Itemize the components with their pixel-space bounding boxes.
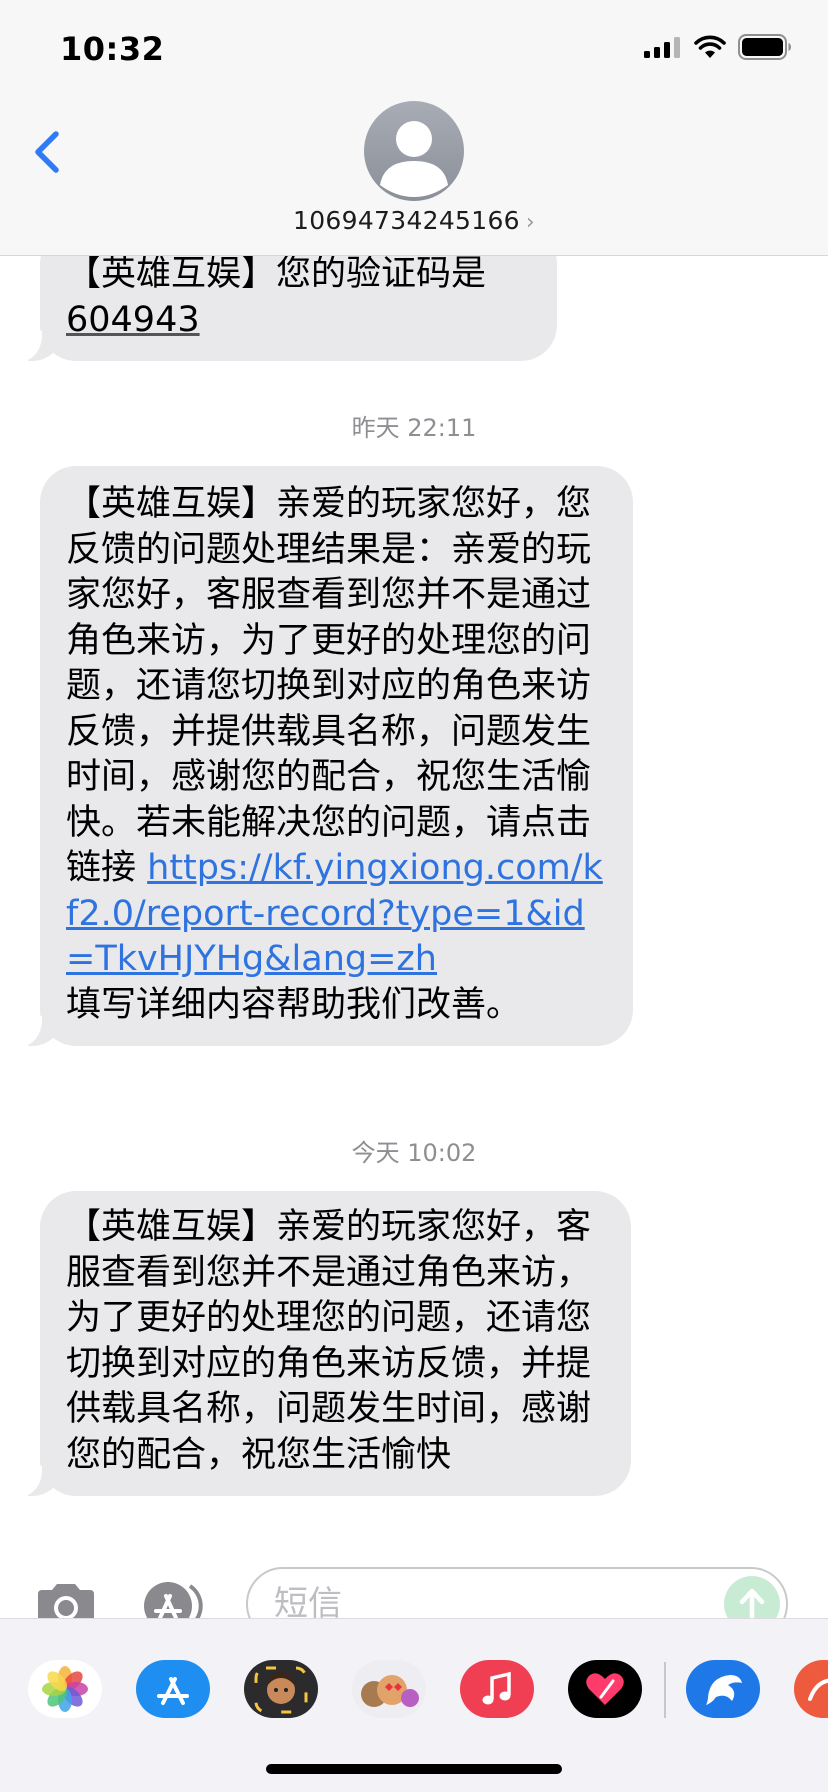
message-timestamp: 今天 10:02 xyxy=(351,1139,477,1167)
person-icon xyxy=(380,121,448,197)
digital-touch-icon[interactable] xyxy=(568,1660,642,1718)
music-icon[interactable] xyxy=(460,1660,534,1718)
message-bubble[interactable]: 【英雄互娱】亲爱的玩家您好，客服查看到您并不是通过角色来访，为了更好的处理您的问… xyxy=(20,1191,631,1496)
memoji-icon[interactable] xyxy=(244,1660,318,1718)
message-text-tail: 填写详细内容帮助我们改善。 xyxy=(66,984,522,1025)
message-bubble[interactable]: 【英雄互娱】亲爱的玩家您好，您反馈的问题处理结果是：亲爱的玩家您好，客服查看到您… xyxy=(20,466,633,1046)
verification-code[interactable]: 604943 xyxy=(66,300,200,340)
wifi-icon xyxy=(694,35,726,58)
animoji-face-icon xyxy=(361,1675,419,1707)
drawer-divider xyxy=(664,1662,666,1718)
photos-flower-icon xyxy=(42,1666,88,1712)
message-thread: 【英雄互娱】您的验证码是 604943 昨天 22:11 【英雄互娱】亲爱的玩家您… xyxy=(0,0,828,1792)
contact-number: 10694734245166 xyxy=(293,206,520,235)
message-link[interactable]: https://kf.yingxiong.com/kf2.0/report-re… xyxy=(66,848,603,979)
memoji-face-icon xyxy=(254,1666,308,1714)
cellular-signal-icon xyxy=(644,37,680,58)
status-icons xyxy=(644,34,792,60)
contact-name[interactable]: 10694734245166 › xyxy=(0,206,828,235)
dolphin-icon xyxy=(706,1675,742,1705)
animoji-icon[interactable] xyxy=(352,1660,426,1718)
contact-avatar[interactable] xyxy=(364,101,464,201)
heart-icon xyxy=(586,1673,624,1705)
message-text: 【英雄互娱】亲爱的玩家您好，客服查看到您并不是通过角色来访，为了更好的处理您的问… xyxy=(66,1207,592,1475)
app-store-glyph-icon xyxy=(157,1677,189,1705)
chevron-left-icon[interactable] xyxy=(28,124,68,180)
home-indicator xyxy=(266,1764,562,1774)
photos-icon[interactable] xyxy=(28,1660,102,1718)
chevron-right-icon: › xyxy=(525,210,535,235)
message-text: 【英雄互娱】亲爱的玩家您好，您反馈的问题处理结果是：亲爱的玩家您好，客服查看到您… xyxy=(66,484,592,888)
music-note-icon xyxy=(482,1671,511,1705)
message-text: 【英雄互娱】您的验证码是 xyxy=(66,254,487,294)
status-time: 10:32 xyxy=(60,30,165,68)
dolphin-app-icon[interactable] xyxy=(686,1660,760,1718)
message-timestamp: 昨天 22:11 xyxy=(351,414,477,442)
app-store-drawer-icon[interactable] xyxy=(136,1660,210,1718)
battery-icon xyxy=(738,34,791,60)
navigation-header: 10:32 10694734245166 › xyxy=(0,0,828,256)
partial-app-glyph-icon xyxy=(808,1678,828,1701)
